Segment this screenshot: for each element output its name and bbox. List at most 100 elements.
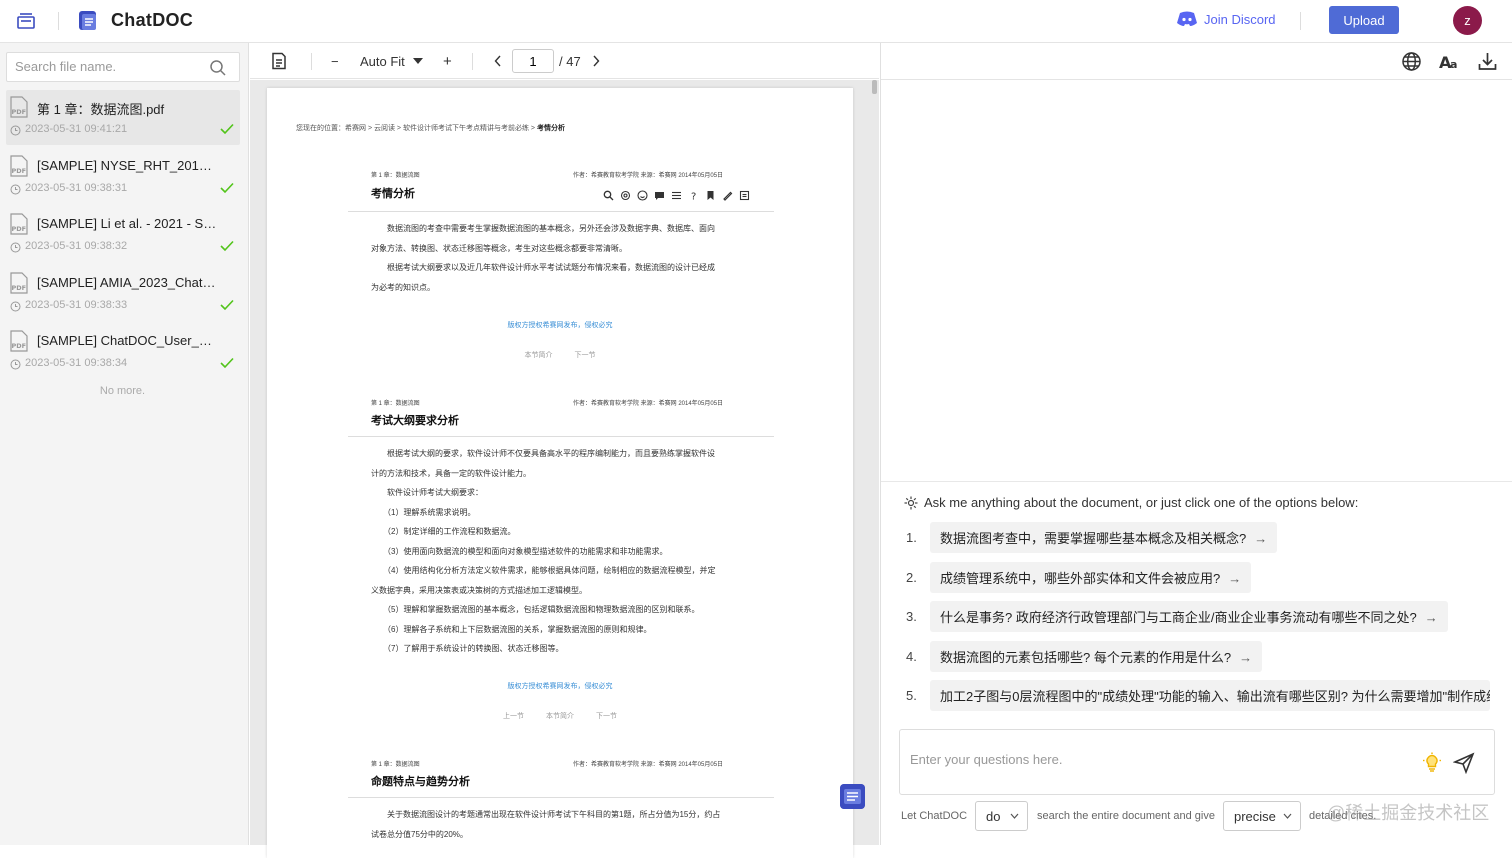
question-number: 3.	[906, 609, 917, 624]
zoom-out-button[interactable]: −	[331, 43, 339, 79]
paragraph-line: （7）了解用于系统设计的转换图、状态迁移图等。	[371, 644, 564, 653]
viewer-scrollbar[interactable]	[872, 80, 877, 94]
breadcrumb-current: 考情分析	[536, 125, 565, 132]
arrow-right-icon: →	[1254, 531, 1268, 546]
pencil-icon[interactable]	[722, 190, 733, 201]
mode-select[interactable]: do	[975, 801, 1028, 831]
file-list-item[interactable]: PDF [SAMPLE] AMIA_2023_Chat… 2023-05-31 09…	[6, 266, 240, 321]
breadcrumb-path: 您现在的位置：希赛网 > 云阅读 > 软件设计师考试下午考点精讲与考前必练 >	[296, 125, 535, 132]
clock-icon	[10, 301, 21, 312]
nav-link[interactable]: 下一节	[574, 352, 595, 359]
pdf-file-icon: PDF	[10, 272, 28, 294]
paragraph-line: 计的方法和技术，具备一定的软件设计能力。	[371, 468, 531, 478]
svg-text:PDF: PDF	[12, 108, 27, 116]
file-timestamp: 2023-05-31 09:38:33	[25, 298, 128, 311]
svg-text:a: a	[1450, 58, 1457, 71]
next-page-icon[interactable]	[592, 55, 600, 67]
zoom-in-button[interactable]: +	[443, 43, 452, 79]
page-tools: ?	[603, 190, 750, 201]
nav-link[interactable]: 下一节	[596, 713, 617, 720]
help-icon[interactable]: ?	[688, 190, 699, 202]
join-discord-link[interactable]: Join Discord	[1176, 11, 1276, 27]
bookmark-icon[interactable]	[705, 190, 716, 201]
nav-link[interactable]: 上一节	[503, 713, 524, 720]
pdf-file-icon: PDF	[10, 96, 28, 118]
file-list-item[interactable]: PDF [SAMPLE] Li et al. - 2021 - Se… 2023-0…	[6, 207, 240, 262]
section-author: 作者：希赛教育软考学院 来源：希赛网 2014年05月05日	[573, 762, 724, 768]
nav-link[interactable]: 本节简介	[546, 713, 574, 720]
clock-icon	[10, 359, 21, 370]
menu-icon[interactable]	[16, 11, 36, 31]
question-text: 加工2子图与0层流程图中的"成绩处理"功能的输入、输出流有哪些区别? 为什么需要…	[940, 689, 1490, 704]
paragraph-line: （1）理解系统需求说明。	[371, 507, 476, 517]
prev-page-icon[interactable]	[494, 55, 502, 67]
clock-icon	[10, 125, 21, 136]
question-text: 成绩管理系统中，哪些外部实体和文件会被应用?	[940, 570, 1221, 586]
list-icon[interactable]	[671, 190, 682, 201]
lightbulb-icon[interactable]	[1421, 752, 1443, 774]
chat-prompt: Ask me anything about the document, or j…	[904, 495, 1358, 510]
settings-icon[interactable]	[620, 190, 631, 201]
section-body: 根据考试大纲的要求，软件设计师不仅要具备高水平的程序编制能力，而且要熟练掌握软件…	[371, 444, 751, 659]
precision-select[interactable]: precise	[1223, 801, 1301, 831]
chat-toolbar: A a	[881, 43, 1512, 80]
paragraph-line: 软件设计师考试大纲要求：	[371, 488, 483, 497]
question-number: 4.	[906, 648, 917, 664]
paragraph-line: 根据考试大纲要求以及近几年软件设计师水平考试试题分布情况来看，数据流图的设计已经…	[371, 263, 715, 272]
question-text: 什么是事务? 政府经济行政管理部门与工商企业/商业企业事务流动有哪些不同之处?	[940, 610, 1417, 625]
mode-value: do	[986, 808, 1001, 824]
file-timestamp: 2023-05-31 09:38:34	[25, 357, 128, 370]
paragraph-line: 关于数据流图设计的考题通常出现在软件设计师考试下午科目的第1题，所占分值为15分…	[371, 810, 721, 819]
sparkle-icon	[904, 496, 918, 509]
file-list-item[interactable]: PDF [SAMPLE] NYSE_RHT_2019_… 2023-05-31 09…	[6, 149, 240, 204]
chat-toggle-icon[interactable]	[840, 784, 865, 809]
download-icon[interactable]	[1477, 51, 1498, 72]
chat-input[interactable]	[910, 752, 1410, 774]
file-list-item[interactable]: PDF 第 1 章：数据流图.pdf 2023-05-31 09:41:21	[6, 90, 240, 145]
file-name: [SAMPLE] Li et al. - 2021 - Se…	[37, 216, 217, 232]
pdf-page: 您现在的位置：希赛网 > 云阅读 > 软件设计师考试下午考点精讲与考前必练 > …	[267, 88, 853, 858]
check-icon	[220, 123, 234, 135]
clock-icon	[10, 242, 21, 253]
smile-icon[interactable]	[637, 190, 648, 201]
caret-down-icon	[412, 58, 423, 64]
send-icon[interactable]	[1453, 752, 1475, 774]
file-timestamp: 2023-05-31 09:38:32	[25, 240, 128, 253]
question-chip[interactable]: 什么是事务? 政府经济行政管理部门与工商企业/商业企业事务流动有哪些不同之处? →	[930, 601, 1448, 632]
divider	[1300, 12, 1301, 30]
pdf-viewer[interactable]: 您现在的位置：希赛网 > 云阅读 > 软件设计师考试下午考点精讲与考前必练 > …	[250, 80, 879, 858]
precision-value: precise	[1234, 808, 1276, 824]
globe-icon[interactable]	[1401, 51, 1422, 72]
search-icon[interactable]	[603, 190, 614, 201]
question-number: 1.	[906, 530, 917, 545]
section-nav: 上一节 本节简介 下一节	[267, 711, 853, 721]
paragraph-line: 义数据字典，采用决策表或决策树的方式描述加工逻辑模型。	[371, 585, 587, 595]
section-divider	[348, 436, 774, 437]
user-avatar[interactable]: z	[1453, 6, 1482, 35]
section-title: 考情分析	[371, 188, 415, 200]
page-number-input[interactable]	[512, 49, 554, 73]
svg-text:PDF: PDF	[12, 342, 27, 350]
file-timestamp: 2023-05-31 09:41:21	[25, 123, 128, 135]
top-bar: ChatDOC Join Discord Upload z	[0, 0, 1512, 43]
nav-link[interactable]: 本节简介	[525, 352, 553, 359]
font-size-icon[interactable]: A a	[1438, 51, 1459, 72]
search-input[interactable]	[15, 59, 200, 74]
file-name: [SAMPLE] ChatDOC_User_G…	[37, 333, 217, 349]
options-label: search the entire document and give	[1037, 810, 1215, 822]
question-chip[interactable]: 成绩管理系统中，哪些外部实体和文件会被应用? →	[930, 561, 1252, 593]
note-icon[interactable]	[739, 190, 750, 201]
paragraph-line: （6）理解各子系统和上下层数据流图的关系，掌握数据流图的原则和规律。	[371, 624, 652, 634]
search-icon[interactable]	[209, 59, 227, 77]
question-chip[interactable]: 数据流图的元素包括哪些? 每个元素的作用是什么? →	[930, 640, 1263, 672]
question-chip[interactable]: 数据流图考查中，需要掌握哪些基本概念及相关概念? →	[930, 522, 1278, 553]
document-outline-icon[interactable]	[270, 52, 288, 70]
comment-icon[interactable]	[654, 190, 665, 201]
svg-text:PDF: PDF	[12, 225, 27, 233]
section-chapter: 第 1 章：数据流图	[371, 401, 420, 407]
check-icon	[220, 182, 234, 193]
zoom-select[interactable]: Auto Fit	[360, 43, 423, 79]
file-list-item[interactable]: PDF [SAMPLE] ChatDOC_User_G… 2023-05-31 09…	[6, 324, 240, 379]
upload-button[interactable]: Upload	[1329, 6, 1399, 34]
question-chip[interactable]: 加工2子图与0层流程图中的"成绩处理"功能的输入、输出流有哪些区别? 为什么需要…	[930, 680, 1490, 711]
